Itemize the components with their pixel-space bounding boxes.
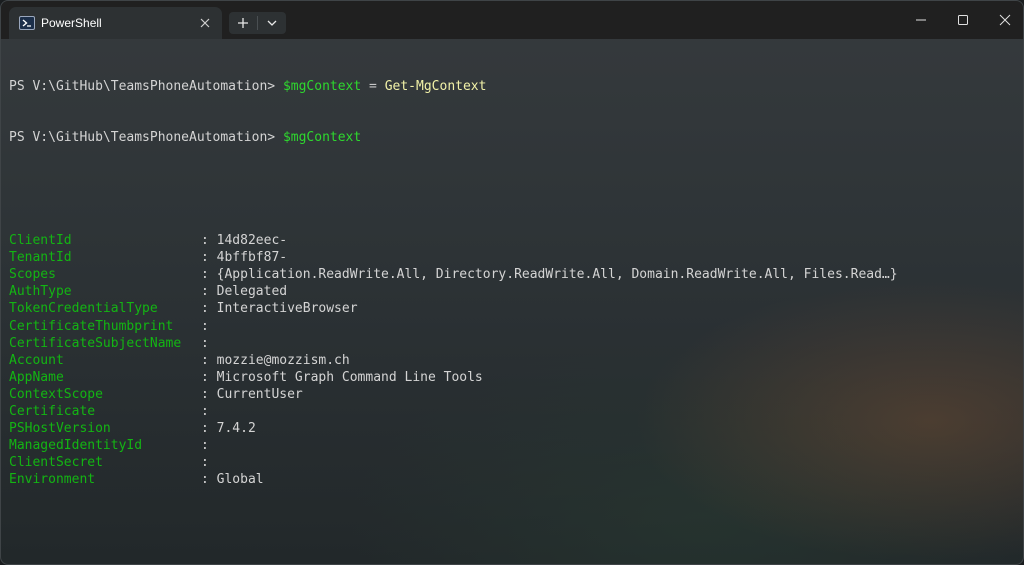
property-value: {Application.ReadWrite.All, Directory.Re… <box>216 267 898 283</box>
chevron-down-icon[interactable] <box>258 12 286 34</box>
terminal-output[interactable]: PS V:\GitHub\TeamsPhoneAutomation> $mgCo… <box>9 44 1015 564</box>
property-row: AuthType: Delegated <box>9 283 1015 300</box>
property-row: Scopes: {Application.ReadWrite.All, Dire… <box>9 266 1015 283</box>
property-key: CertificateSubjectName <box>9 335 182 351</box>
property-row: TenantId: 4bffbf87- <box>9 249 1015 266</box>
title-bar: PowerShell <box>1 1 1023 39</box>
close-window-button[interactable] <box>985 1 1023 39</box>
property-separator: : <box>201 233 209 249</box>
close-window-icon <box>999 14 1011 26</box>
property-value: 7.4.2 <box>216 421 256 437</box>
property-separator: : <box>201 318 209 334</box>
property-row: Environment: Global <box>9 471 1015 488</box>
property-separator: : <box>201 352 209 368</box>
variable: $mgContext <box>282 130 362 146</box>
property-row: Account: mozzie@mozzism.ch <box>9 352 1015 369</box>
property-row: Certificate: <box>9 403 1015 420</box>
property-separator: : <box>201 301 209 317</box>
property-key: TokenCredentialType <box>9 301 158 317</box>
prompt: PS V:\GitHub\TeamsPhoneAutomation> <box>9 79 276 95</box>
minimize-icon <box>916 19 926 21</box>
property-row: ContextScope: CurrentUser <box>9 386 1015 403</box>
property-value: mozzie@mozzism.ch <box>216 352 350 368</box>
property-separator: : <box>201 369 209 385</box>
property-separator: : <box>201 472 209 488</box>
property-key: Account <box>9 352 64 368</box>
maximize-icon <box>958 15 968 25</box>
property-key: ContextScope <box>9 386 103 402</box>
property-list: ClientId: 14d82eec- TenantId: 4bffbf87- Sc… <box>9 232 1015 488</box>
property-separator: : <box>201 267 209 283</box>
property-separator: : <box>201 250 209 266</box>
command: Get-MgContext <box>384 79 487 95</box>
property-key: AppName <box>9 369 64 385</box>
minimize-button[interactable] <box>901 1 941 39</box>
tab-powershell[interactable]: PowerShell <box>9 7 222 39</box>
property-key: Environment <box>9 472 96 488</box>
property-key: CertificateThumbprint <box>9 318 174 334</box>
terminal-window: PowerShell PS V:\GitHub\TeamsPhoneAutoma… <box>0 0 1024 565</box>
new-tab-group <box>229 12 286 34</box>
property-row: ClientId: 14d82eec- <box>9 232 1015 249</box>
property-value: 4bffbf87- <box>216 250 288 266</box>
property-separator: : <box>201 284 209 300</box>
variable: $mgContext <box>282 79 362 95</box>
property-key: PSHostVersion <box>9 421 111 437</box>
property-separator: : <box>201 438 209 454</box>
powershell-icon <box>19 16 35 30</box>
property-row: PSHostVersion: 7.4.2 <box>9 420 1015 437</box>
property-row: AppName: Microsoft Graph Command Line To… <box>9 369 1015 386</box>
property-key: ManagedIdentityId <box>9 438 143 454</box>
property-key: ClientSecret <box>9 455 103 471</box>
property-separator: : <box>201 386 209 402</box>
tab-title: PowerShell <box>41 16 102 30</box>
property-value: CurrentUser <box>216 386 303 402</box>
property-separator: : <box>201 455 209 471</box>
property-row: CertificateThumbprint: <box>9 318 1015 335</box>
property-key: Scopes <box>9 267 56 283</box>
property-value: 14d82eec- <box>216 233 288 249</box>
close-icon[interactable] <box>198 15 212 29</box>
property-row: CertificateSubjectName: <box>9 335 1015 352</box>
property-separator: : <box>201 403 209 419</box>
property-key: TenantId <box>9 250 72 266</box>
property-separator: : <box>201 421 209 437</box>
property-separator: : <box>201 335 209 351</box>
new-tab-button[interactable] <box>229 12 257 34</box>
operator: = <box>369 79 377 95</box>
maximize-button[interactable] <box>943 1 983 39</box>
command-line: PS V:\GitHub\TeamsPhoneAutomation> $mgCo… <box>9 129 1015 146</box>
property-key: Certificate <box>9 403 96 419</box>
property-key: AuthType <box>9 284 72 300</box>
property-value: Global <box>216 472 264 488</box>
property-key: ClientId <box>9 233 72 249</box>
prompt: PS V:\GitHub\TeamsPhoneAutomation> <box>9 130 276 146</box>
property-value: InteractiveBrowser <box>216 301 358 317</box>
property-value: Microsoft Graph Command Line Tools <box>216 369 483 385</box>
property-row: ManagedIdentityId: <box>9 437 1015 454</box>
property-row: ClientSecret: <box>9 454 1015 471</box>
command-line: PS V:\GitHub\TeamsPhoneAutomation> $mgCo… <box>9 78 1015 95</box>
property-row: TokenCredentialType: InteractiveBrowser <box>9 300 1015 317</box>
property-value: Delegated <box>216 284 288 300</box>
